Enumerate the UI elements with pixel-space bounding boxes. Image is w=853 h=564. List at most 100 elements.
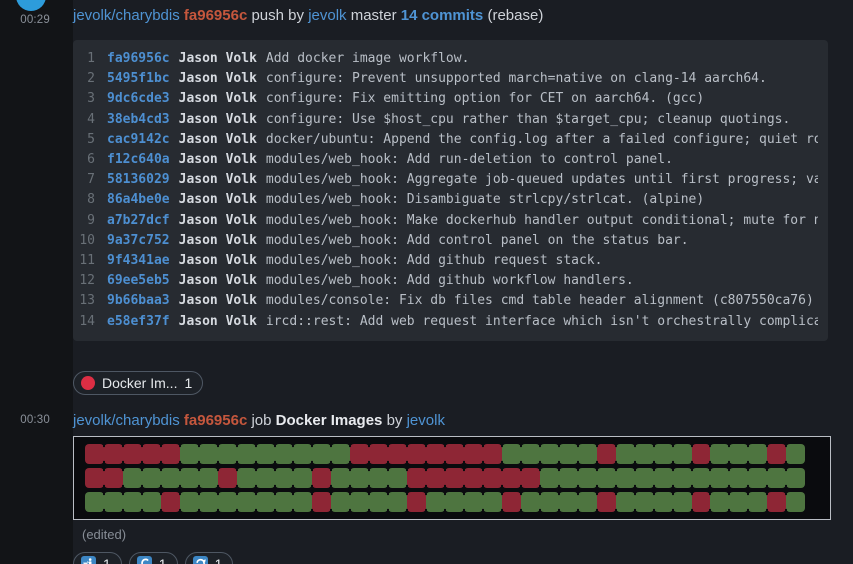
commit-author: Jason Volk: [179, 271, 266, 291]
user-link[interactable]: jevolk: [407, 412, 445, 429]
avatar[interactable]: [16, 0, 46, 11]
job-cell-passed: [123, 468, 142, 488]
job-cell-failed: [161, 444, 180, 464]
commit-message: ircd::rest: Add web request interface wh…: [266, 312, 818, 332]
job-cell-passed: [388, 468, 407, 488]
job-cell-passed: [616, 468, 635, 488]
commit-hash-link[interactable]: 9dc6cde3: [107, 89, 179, 109]
commit-message: modules/web_hook: Make dockerhub handler…: [266, 211, 818, 231]
job-cell-passed: [293, 492, 312, 512]
commit-hash-link[interactable]: 58136029: [107, 170, 179, 190]
commit-hash-link[interactable]: f12c640a: [107, 150, 179, 170]
job-cell-failed: [483, 468, 502, 488]
job-name: Docker Images: [276, 412, 383, 429]
job-cell-passed: [161, 468, 180, 488]
commit-message: modules/web_hook: Aggregate job-queued u…: [266, 170, 818, 190]
job-cell-failed: [104, 444, 123, 464]
commit-author: Jason Volk: [179, 110, 266, 130]
commit-hash-link[interactable]: cac9142c: [107, 130, 179, 150]
job-cell-failed: [142, 444, 161, 464]
commit-author: Jason Volk: [179, 170, 266, 190]
commit-hash-link[interactable]: 69ee5eb5: [107, 271, 179, 291]
job-matrix-row: [85, 468, 805, 488]
job-cell-failed: [407, 444, 426, 464]
job-cell-passed: [654, 492, 673, 512]
commit-row: 758136029Jason Volkmodules/web_hook: Agg…: [73, 170, 818, 190]
commit-hash-link[interactable]: 9a37c752: [107, 231, 179, 251]
job-cell-passed: [540, 468, 559, 488]
job-cell-passed: [445, 492, 464, 512]
commit-hash-link[interactable]: 86a4be0e: [107, 190, 179, 210]
message-body: jevolk/charybdis fa96956c job Docker Ima…: [73, 406, 853, 564]
job-cell-passed: [729, 444, 748, 464]
commit-message: modules/console: Fix db files cmd table …: [266, 291, 814, 311]
line-number: 2: [73, 69, 107, 89]
line-number: 4: [73, 110, 107, 130]
commit-row: 438eb4cd3Jason Volkconfigure: Use $host_…: [73, 110, 818, 130]
commit-hash-link[interactable]: e58ef37f: [107, 312, 179, 332]
job-cell-passed: [293, 444, 312, 464]
job-cell-passed: [654, 444, 673, 464]
job-cell-passed: [559, 444, 578, 464]
commit-author: Jason Volk: [179, 211, 266, 231]
user-link[interactable]: jevolk: [308, 7, 346, 24]
branch-name: master: [351, 7, 397, 24]
reaction-count: 1: [159, 556, 167, 564]
commit-row: 9a7b27dcfJason Volkmodules/web_hook: Mak…: [73, 211, 818, 231]
line-number: 10: [73, 231, 107, 251]
job-cell-passed: [104, 492, 123, 512]
job-cell-failed: [104, 468, 123, 488]
commit-hash-link[interactable]: 9b66baa3: [107, 291, 179, 311]
push-header: jevolk/charybdis fa96956c push by jevolk…: [73, 0, 843, 26]
job-cell-failed: [369, 444, 388, 464]
job-cell-passed: [559, 492, 578, 512]
commit-hash-link[interactable]: a7b27dcf: [107, 211, 179, 231]
reaction-count: 1: [103, 556, 111, 564]
repo-link[interactable]: jevolk/charybdis: [73, 412, 180, 429]
job-cell-passed: [710, 492, 729, 512]
reaction-litter[interactable]: 1: [73, 552, 122, 564]
commit-hash-link[interactable]: fa96956c: [107, 49, 179, 69]
line-number: 7: [73, 170, 107, 190]
message-job: 00:30 jevolk/charybdis fa96956c job Dock…: [0, 406, 853, 564]
commit-hash-link[interactable]: 38eb4cd3: [107, 110, 179, 130]
reaction-docker-images[interactable]: Docker Im... 1: [73, 371, 203, 395]
job-cell-failed: [597, 444, 616, 464]
commit-hash: fa96956c: [184, 412, 247, 429]
job-cell-passed: [540, 492, 559, 512]
reaction-curved-arrow[interactable]: 1: [129, 552, 178, 564]
job-cell-passed: [237, 492, 256, 512]
job-cell-failed: [426, 444, 445, 464]
job-cell-passed: [218, 492, 237, 512]
reaction-refresh[interactable]: 1: [185, 552, 234, 564]
commit-author: Jason Volk: [179, 130, 266, 150]
commit-message: docker/ubuntu: Append the config.log aft…: [266, 130, 818, 150]
commit-hash-link[interactable]: 5495f1bc: [107, 69, 179, 89]
job-cell-passed: [293, 468, 312, 488]
litter-bin-icon: [81, 556, 96, 564]
job-cell-failed: [502, 468, 521, 488]
job-cell-passed: [616, 492, 635, 512]
job-cell-failed: [350, 444, 369, 464]
job-cell-failed: [502, 492, 521, 512]
rebase-label: (rebase): [487, 7, 543, 24]
job-cell-failed: [767, 444, 786, 464]
job-cell-failed: [218, 468, 237, 488]
job-cell-failed: [597, 492, 616, 512]
job-cell-passed: [748, 492, 767, 512]
job-cell-failed: [407, 468, 426, 488]
job-cell-passed: [275, 444, 294, 464]
commit-row: 39dc6cde3Jason Volkconfigure: Fix emitti…: [73, 89, 818, 109]
repo-link[interactable]: jevolk/charybdis: [73, 7, 180, 24]
job-cell-failed: [483, 444, 502, 464]
job-cell-passed: [502, 444, 521, 464]
job-cell-passed: [464, 492, 483, 512]
commit-hash-link[interactable]: 9f4341ae: [107, 251, 179, 271]
job-cell-passed: [578, 492, 597, 512]
job-cell-passed: [483, 492, 502, 512]
job-cell-passed: [748, 444, 767, 464]
commit-row: 109a37c752Jason Volkmodules/web_hook: Ad…: [73, 231, 818, 251]
commit-author: Jason Volk: [179, 89, 266, 109]
job-cell-passed: [350, 468, 369, 488]
commits-link[interactable]: 14 commits: [401, 7, 484, 24]
